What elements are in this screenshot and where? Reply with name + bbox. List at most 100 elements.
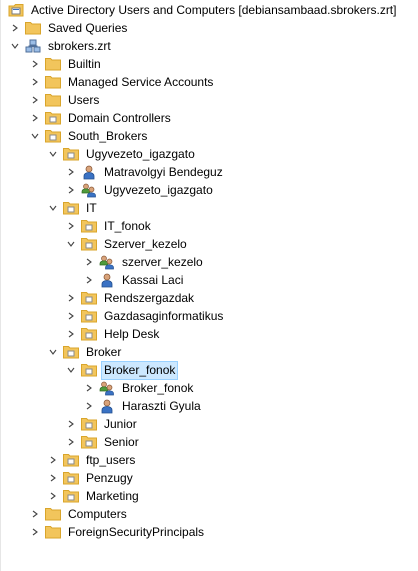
chevron-right-icon[interactable]	[29, 523, 41, 541]
tree-node-marketing[interactable]: Marketing	[47, 487, 141, 505]
chevron-right-icon[interactable]	[83, 397, 95, 415]
folder-icon	[24, 19, 42, 37]
tree-node-gazdasaginformatikus[interactable]: Gazdasaginformatikus	[65, 307, 225, 325]
tree-label: Domain Controllers	[68, 110, 171, 125]
folder-icon	[44, 55, 62, 73]
chevron-down-icon[interactable]	[47, 343, 59, 361]
console-tree-pane[interactable]: Active Directory Users and Computers [de…	[0, 0, 418, 571]
tree-node-junior[interactable]: Junior	[65, 415, 139, 433]
chevron-right-icon[interactable]	[65, 325, 77, 343]
tree-label: szerver_kezelo	[122, 254, 203, 269]
chevron-right-icon[interactable]	[65, 415, 77, 433]
tree-node-rendszergazdak[interactable]: Rendszergazdak	[65, 289, 196, 307]
tree-label: Kassai Laci	[122, 272, 184, 287]
chevron-right-icon[interactable]	[29, 73, 41, 91]
ou-folder-icon	[62, 199, 80, 217]
chevron-right-icon[interactable]	[65, 163, 77, 181]
tree-node-root[interactable]: Active Directory Users and Computers [de…	[7, 1, 398, 19]
chevron-right-icon[interactable]	[29, 55, 41, 73]
ou-folder-icon	[62, 487, 80, 505]
ou-folder-icon	[44, 127, 62, 145]
tree-node-group-broker-fonok[interactable]: Broker_fonok	[83, 379, 195, 397]
ou-folder-icon	[80, 289, 98, 307]
folder-icon	[44, 73, 62, 91]
tree-node-help-desk[interactable]: Help Desk	[65, 325, 161, 343]
tree-label: ftp_users	[86, 452, 136, 467]
chevron-right-icon[interactable]	[65, 289, 77, 307]
tree-node-builtin[interactable]: Builtin	[29, 55, 103, 73]
tree-label: Ugyvezeto_igazgato	[86, 146, 195, 161]
chevron-right-icon[interactable]	[83, 253, 95, 271]
chevron-right-icon[interactable]	[29, 109, 41, 127]
chevron-right-icon[interactable]	[65, 217, 77, 235]
tree-node-broker[interactable]: Broker	[47, 343, 123, 361]
tree-label: Builtin	[68, 56, 101, 71]
group-icon	[98, 379, 116, 397]
ou-folder-icon	[62, 451, 80, 469]
ou-folder-icon	[62, 145, 80, 163]
tree-node-south-brokers[interactable]: South_Brokers	[29, 127, 149, 145]
tree-node-ugyvezeto-igazgato-ou[interactable]: Ugyvezeto_igazgato	[47, 145, 197, 163]
tree-label: Marketing	[86, 488, 139, 503]
tree-node-szerver-kezelo-ou[interactable]: Szerver_kezelo	[65, 235, 189, 253]
chevron-right-icon[interactable]	[83, 271, 95, 289]
tree-label: Help Desk	[104, 326, 160, 341]
chevron-right-icon[interactable]	[29, 91, 41, 109]
chevron-down-icon[interactable]	[65, 235, 77, 253]
domain-icon	[24, 37, 42, 55]
folder-icon	[44, 523, 62, 541]
tree-node-broker-fonok-ou[interactable]: Broker_fonok	[65, 360, 179, 380]
chevron-right-icon[interactable]	[29, 505, 41, 523]
chevron-down-icon[interactable]	[9, 37, 21, 55]
tree-label: Gazdasaginformatikus	[104, 308, 224, 323]
tree-label: Broker_fonok	[122, 380, 194, 395]
chevron-right-icon[interactable]	[9, 19, 21, 37]
ou-folder-icon	[80, 433, 98, 451]
chevron-right-icon[interactable]	[47, 487, 59, 505]
ou-folder-icon	[80, 235, 98, 253]
ou-folder-icon	[62, 343, 80, 361]
tree-node-it[interactable]: IT	[47, 199, 99, 217]
chevron-right-icon[interactable]	[65, 307, 77, 325]
ou-folder-icon	[44, 109, 62, 127]
tree-node-domain[interactable]: sbrokers.zrt	[9, 37, 113, 55]
tree-node-group-szerver-kezelo[interactable]: szerver_kezelo	[83, 253, 205, 271]
tree-node-user-matravolgyi[interactable]: Matravolgyi Bendeguz	[65, 163, 225, 181]
tree-node-users[interactable]: Users	[29, 91, 101, 109]
ou-folder-icon	[80, 325, 98, 343]
user-icon	[98, 397, 116, 415]
user-icon	[98, 271, 116, 289]
tree-node-group-ugyvezeto-igazgato[interactable]: Ugyvezeto_igazgato	[65, 181, 215, 199]
chevron-right-icon[interactable]	[47, 469, 59, 487]
tree-node-senior[interactable]: Senior	[65, 433, 141, 451]
tree-label: IT	[86, 200, 97, 215]
group-icon	[80, 181, 98, 199]
ou-folder-icon	[80, 415, 98, 433]
tree-node-it-fonok[interactable]: IT_fonok	[65, 217, 153, 235]
tree-node-domain-controllers[interactable]: Domain Controllers	[29, 109, 173, 127]
tree-node-penzugy[interactable]: Penzugy	[47, 469, 135, 487]
chevron-right-icon[interactable]	[65, 433, 77, 451]
folder-icon	[44, 91, 62, 109]
tree-node-foreign-security-principals[interactable]: ForeignSecurityPrincipals	[29, 523, 206, 541]
tree-node-computers[interactable]: Computers	[29, 505, 129, 523]
tree-node-user-haraszti[interactable]: Haraszti Gyula	[83, 397, 203, 415]
chevron-down-icon[interactable]	[65, 361, 77, 379]
chevron-down-icon[interactable]	[47, 199, 59, 217]
chevron-right-icon[interactable]	[65, 181, 77, 199]
chevron-down-icon[interactable]	[29, 127, 41, 145]
tree-label: Users	[68, 92, 100, 107]
tree-label: IT_fonok	[104, 218, 151, 233]
tree-label: Senior	[104, 434, 139, 449]
tree-label: Computers	[68, 506, 127, 521]
chevron-right-icon[interactable]	[83, 379, 95, 397]
tree-node-managed-service-accounts[interactable]: Managed Service Accounts	[29, 73, 215, 91]
chevron-down-icon[interactable]	[47, 145, 59, 163]
tree-label: Saved Queries	[48, 20, 128, 35]
chevron-right-icon[interactable]	[47, 451, 59, 469]
ou-folder-icon	[80, 307, 98, 325]
tree-node-user-kassai[interactable]: Kassai Laci	[83, 271, 185, 289]
tree-node-ftp-users[interactable]: ftp_users	[47, 451, 137, 469]
snapin-icon	[7, 1, 25, 19]
tree-node-saved-queries[interactable]: Saved Queries	[9, 19, 129, 37]
